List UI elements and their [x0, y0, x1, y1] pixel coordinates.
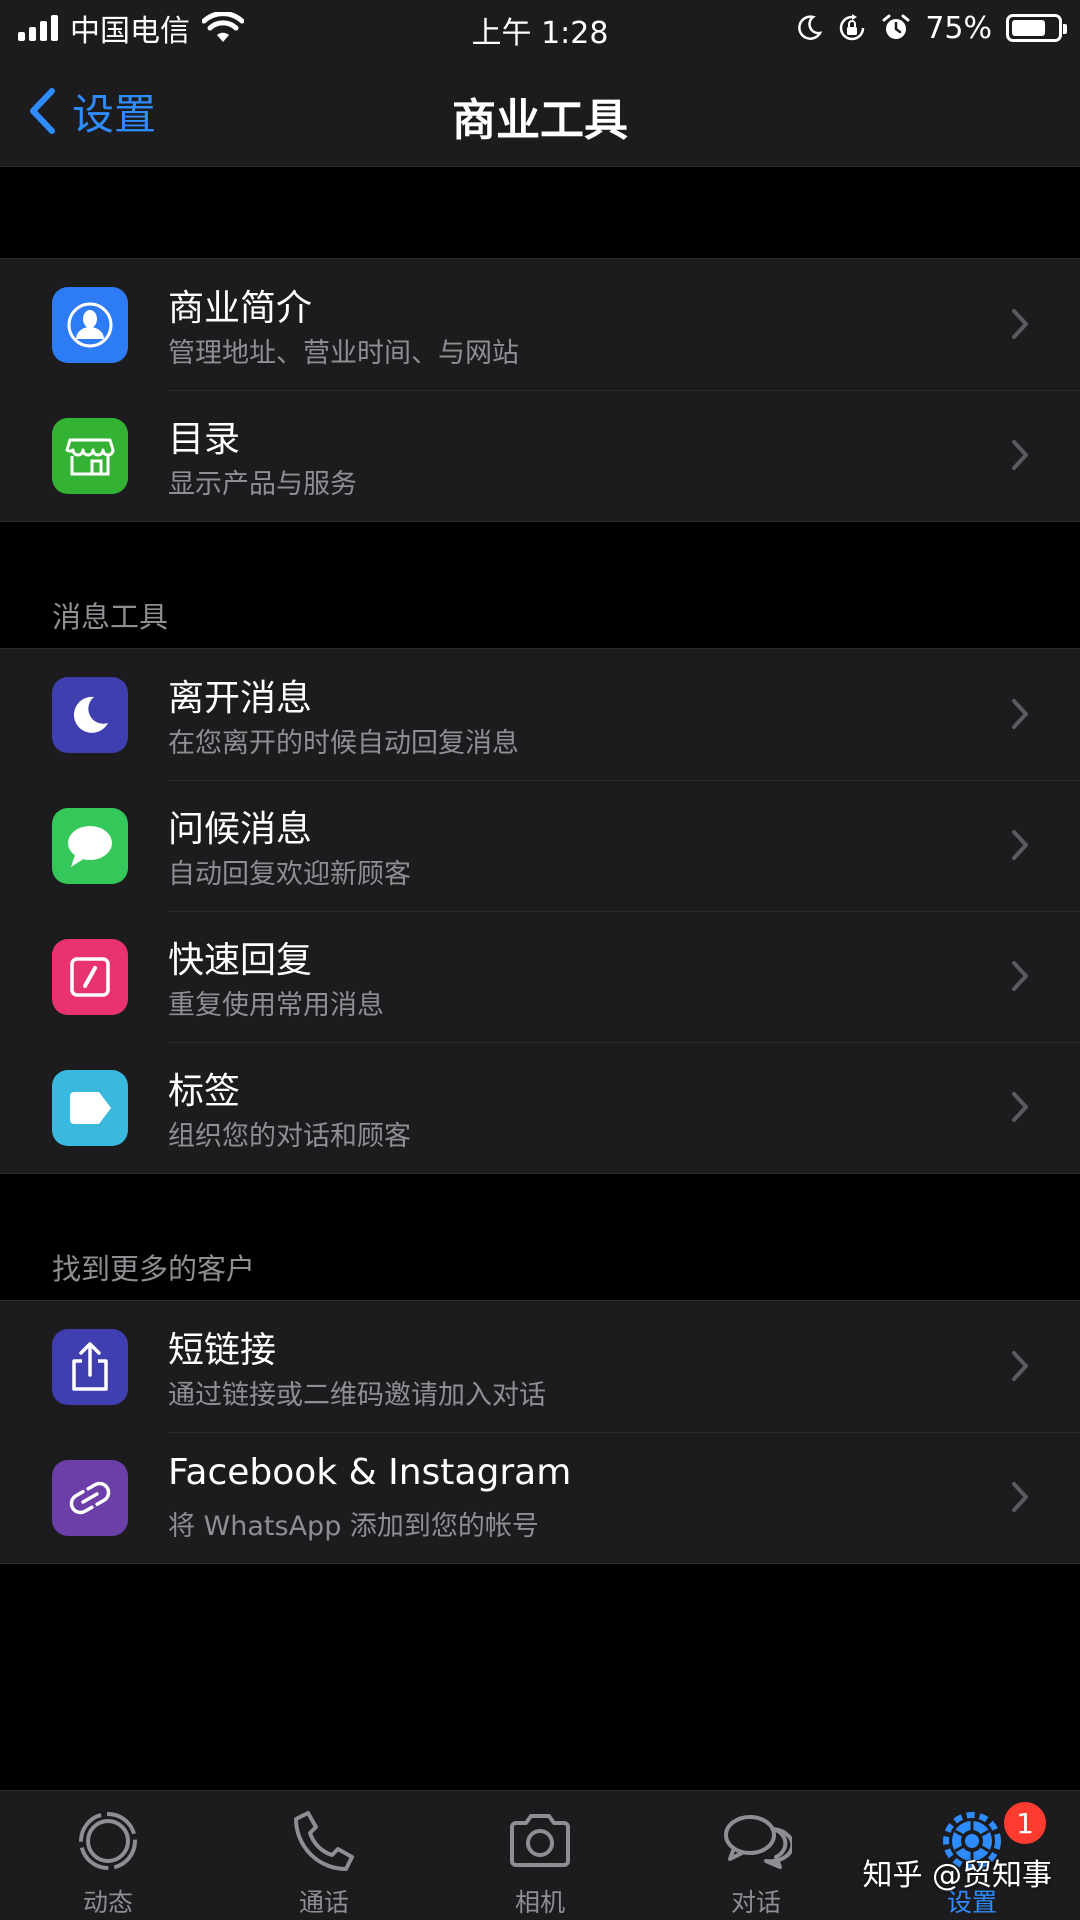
tab-label: 通话: [298, 1888, 349, 1917]
chat-bubble-icon: [68, 826, 112, 867]
row-business-profile[interactable]: 商业简介 管理地址、营业时间、与网站: [0, 259, 1080, 390]
moon-icon: [73, 696, 108, 733]
rotation-lock-icon: [840, 14, 865, 41]
row-icon-bg: [52, 1460, 128, 1536]
storefront-icon: [65, 438, 115, 476]
row-labels[interactable]: 标签 组织您的对话和顾客: [0, 1042, 1080, 1173]
group-customers: 短链接 通过链接或二维码邀请加入对话 Facebook & Instagram …: [0, 1300, 1080, 1564]
row-subtitle: 重复使用常用消息: [168, 990, 384, 1021]
row-icon-bg: [52, 939, 128, 1015]
page-title: 商业工具: [452, 95, 628, 146]
chats-icon: [724, 1815, 792, 1869]
tab-label: 对话: [730, 1888, 781, 1917]
row-title: 问候消息: [168, 809, 313, 850]
row-title: 目录: [168, 419, 241, 460]
phone-icon: [294, 1811, 354, 1871]
row-subtitle: 将 WhatsApp 添加到您的帐号: [168, 1511, 539, 1542]
row-title: 快速回复: [168, 940, 313, 981]
row-subtitle: 组织您的对话和顾客: [168, 1121, 411, 1152]
chevron-right-icon: [1012, 1092, 1028, 1122]
chevron-right-icon: [1012, 1351, 1028, 1381]
row-subtitle: 管理地址、营业时间、与网站: [168, 338, 519, 369]
tab-status[interactable]: 动态: [0, 1791, 216, 1920]
group-messaging: 离开消息 在您离开的时候自动回复消息 问候消息 自动回复欢迎新顾客 快速回复 重…: [0, 648, 1080, 1174]
chevron-right-icon: [1012, 440, 1028, 470]
row-subtitle: 显示产品与服务: [168, 469, 357, 500]
row-title: 商业简介: [168, 288, 313, 329]
row-icon-bg: [52, 1070, 128, 1146]
camera-icon: [510, 1814, 570, 1867]
group-business: 商业简介 管理地址、营业时间、与网站 目录 显示产品与服务: [0, 258, 1080, 522]
row-title: 短链接: [168, 1330, 277, 1371]
tab-label: 动态: [82, 1888, 133, 1917]
row-greeting-message[interactable]: 问候消息 自动回复欢迎新顾客: [0, 780, 1080, 911]
row-title: Facebook & Instagram: [168, 1452, 572, 1493]
row-title: 离开消息: [168, 678, 313, 719]
link-icon: [69, 1481, 111, 1515]
chevron-right-icon: [1012, 309, 1028, 339]
status-right: 75%: [795, 8, 1067, 48]
row-icon-bg: [52, 808, 128, 884]
chevron-right-icon: [1012, 961, 1028, 991]
tab-label: 相机: [514, 1888, 565, 1917]
tab-calls[interactable]: 通话: [216, 1791, 432, 1920]
chevron-right-icon: [1012, 830, 1028, 860]
person-icon: [67, 302, 113, 348]
row-icon-bg: [52, 287, 128, 363]
screen: 中国电信 上午 1:28 75% 设置 商业工具 商业简介 管理地址、营业时间、…: [0, 0, 1080, 1920]
watermark: 知乎 @贸知事: [862, 1858, 1052, 1893]
status-icon: [79, 1812, 137, 1870]
row-facebook-instagram[interactable]: Facebook & Instagram 将 WhatsApp 添加到您的帐号: [0, 1432, 1080, 1563]
row-catalog[interactable]: 目录 显示产品与服务: [0, 390, 1080, 521]
notification-badge: 1: [1001, 1799, 1049, 1847]
row-title: 标签: [168, 1071, 241, 1112]
row-short-link[interactable]: 短链接 通过链接或二维码邀请加入对话: [0, 1301, 1080, 1432]
navigation-bar: 设置 商业工具: [0, 54, 1080, 167]
section-header-more-customers: 找到更多的客户: [52, 1252, 256, 1286]
tab-chats[interactable]: 对话: [648, 1791, 864, 1920]
chevron-right-icon: [1012, 1482, 1028, 1512]
row-subtitle: 在您离开的时候自动回复消息: [168, 728, 519, 759]
status-bar: 中国电信 上午 1:28 75%: [0, 0, 1080, 54]
row-quick-reply[interactable]: 快速回复 重复使用常用消息: [0, 911, 1080, 1042]
tab-camera[interactable]: 相机: [432, 1791, 648, 1920]
alarm-icon: [882, 14, 910, 39]
row-icon-bg: [52, 418, 128, 494]
row-icon-bg: [52, 1329, 128, 1405]
row-subtitle: 自动回复欢迎新顾客: [168, 859, 411, 890]
tag-icon: [70, 1092, 111, 1124]
quick-reply-icon: [70, 957, 110, 997]
row-subtitle: 通过链接或二维码邀请加入对话: [168, 1380, 546, 1411]
moon-icon: [798, 15, 823, 40]
battery-percent: 75%: [925, 10, 992, 46]
share-icon: [72, 1342, 108, 1391]
row-away-message[interactable]: 离开消息 在您离开的时候自动回复消息: [0, 649, 1080, 780]
chevron-right-icon: [1012, 699, 1028, 729]
row-icon-bg: [52, 677, 128, 753]
battery-icon: [1006, 14, 1067, 42]
section-header-messaging: 消息工具: [52, 600, 169, 634]
battery-level: [1012, 20, 1045, 36]
